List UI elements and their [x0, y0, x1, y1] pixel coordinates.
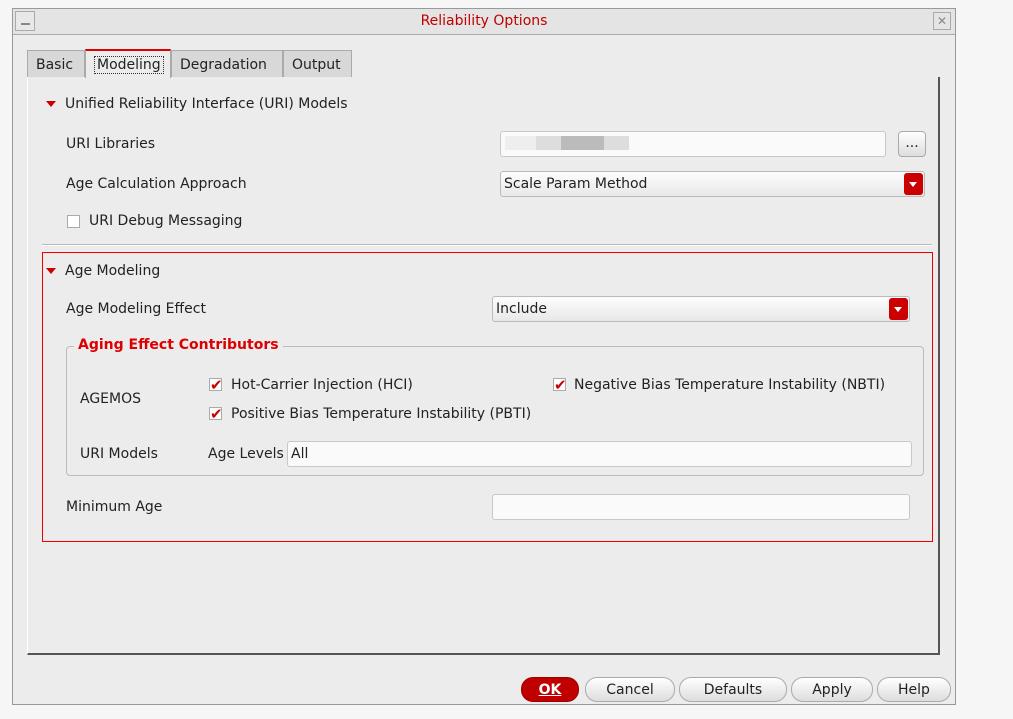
tab-basic[interactable]: Basic	[27, 50, 85, 77]
tab-degradation[interactable]: Degradation	[171, 50, 283, 77]
age-effect-select[interactable]: Include	[492, 296, 910, 322]
agemos-label: AGEMOS	[80, 391, 142, 407]
age-calc-select[interactable]: Scale Param Method	[500, 171, 925, 197]
help-button[interactable]: Help	[877, 677, 951, 702]
title-bar: Reliability Options ✕	[13, 9, 955, 35]
collapse-triangle-icon[interactable]	[46, 268, 56, 274]
window-title: Reliability Options	[420, 13, 548, 29]
apply-button[interactable]: Apply	[791, 677, 873, 702]
hci-label: Hot-Carrier Injection (HCI)	[231, 377, 413, 393]
nbti-checkbox[interactable]: ✔	[553, 378, 567, 393]
age-calc-label: Age Calculation Approach	[66, 176, 247, 192]
collapse-triangle-icon[interactable]	[46, 101, 56, 107]
uri-debug-checkbox[interactable]	[67, 215, 80, 228]
age-section-header[interactable]: Age Modeling	[65, 263, 160, 279]
tab-label: Modeling	[94, 56, 164, 74]
cancel-button[interactable]: Cancel	[585, 677, 675, 702]
tab-modeling[interactable]: Modeling	[85, 49, 171, 78]
uri-libraries-label: URI Libraries	[66, 136, 156, 152]
min-age-input[interactable]	[492, 494, 910, 520]
tab-label: Degradation	[180, 57, 267, 73]
defaults-button[interactable]: Defaults	[679, 677, 787, 702]
divider	[42, 244, 932, 246]
redacted-path	[505, 136, 629, 150]
selected-value: Scale Param Method	[504, 176, 648, 192]
chevron-down-icon	[889, 298, 908, 320]
uri-debug-label: URI Debug Messaging	[89, 213, 243, 229]
pbti-checkbox[interactable]: ✔	[209, 407, 223, 422]
uri-models-label: URI Models	[80, 446, 158, 462]
age-levels-input[interactable]: All	[287, 441, 912, 467]
uri-section-header[interactable]: Unified Reliability Interface (URI) Mode…	[65, 96, 348, 112]
close-button[interactable]: ✕	[933, 12, 951, 30]
chevron-down-icon	[904, 173, 923, 195]
selected-value: Include	[496, 301, 547, 317]
tab-label: Output	[292, 57, 341, 73]
age-levels-label: Age Levels	[208, 446, 284, 462]
group-title: Aging Effect Contributors	[74, 337, 283, 353]
ok-button[interactable]: OK	[521, 677, 579, 702]
button-label: OK	[538, 682, 562, 698]
tab-label: Basic	[36, 57, 74, 73]
age-effect-label: Age Modeling Effect	[66, 301, 206, 317]
hci-checkbox[interactable]: ✔	[209, 378, 223, 393]
browse-button[interactable]: ...	[898, 131, 926, 157]
nbti-label: Negative Bias Temperature Instability (N…	[574, 377, 886, 393]
min-age-label: Minimum Age	[66, 499, 163, 515]
pbti-label: Positive Bias Temperature Instability (P…	[231, 406, 532, 422]
tab-output[interactable]: Output	[283, 50, 352, 77]
